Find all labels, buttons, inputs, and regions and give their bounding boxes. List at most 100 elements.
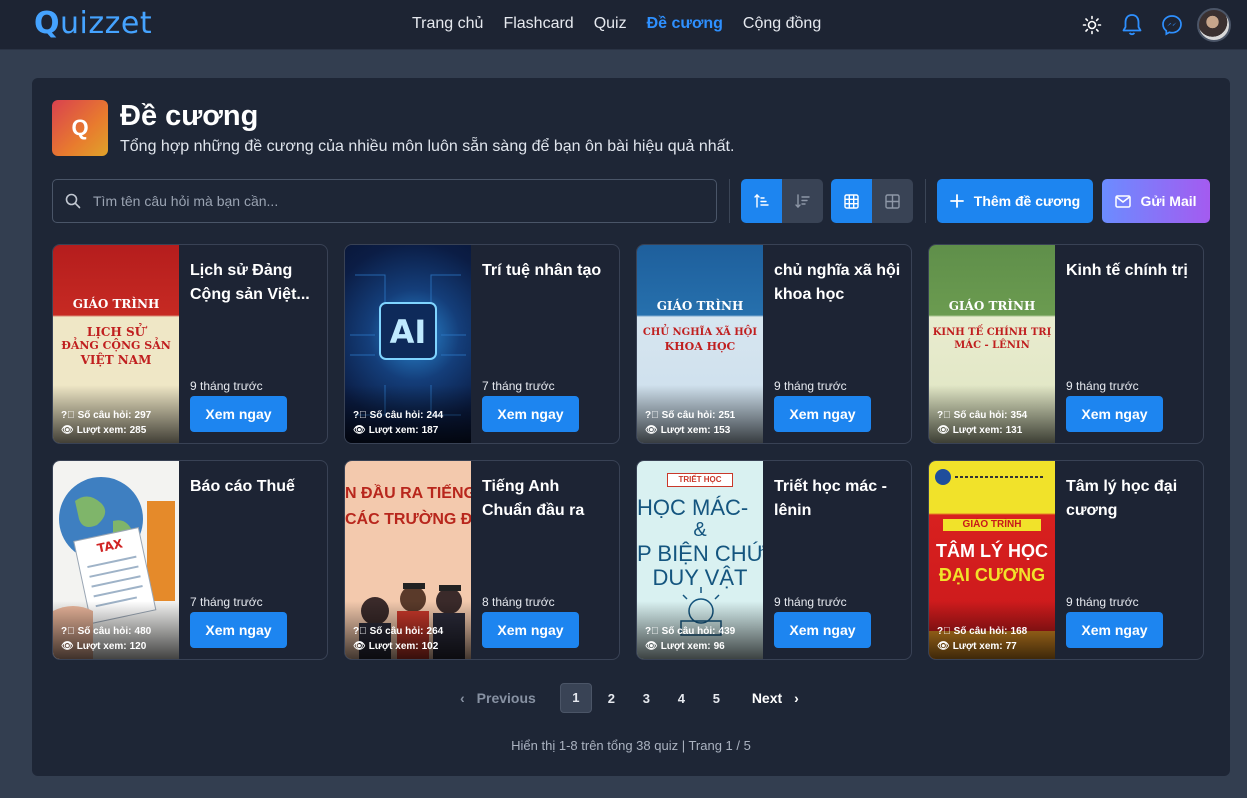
main-panel: Q Đề cương Tổng hợp những đề cương của n… <box>32 78 1230 776</box>
search-input[interactable] <box>93 193 693 209</box>
view-now-button[interactable]: Xem ngay <box>190 396 287 432</box>
sort-ascending-icon[interactable] <box>741 179 782 223</box>
card-title[interactable]: Tiếng Anh Chuẩn đầu ra <box>482 475 610 523</box>
outline-card[interactable]: GIÁO TRÌNH CHỦ NGHĨA XÃ HỘI KHOA HỌC ?⃝ S… <box>636 244 912 444</box>
outline-card[interactable]: TAX ?⃝ Số câu hỏi: 480 👁 Lượt xem: 120 Báo… <box>52 460 328 660</box>
outline-card[interactable]: N ĐẦU RA TIẾNG CÁC TRƯỜNG ĐẠ ?⃝ Số câu hỏ… <box>344 460 620 660</box>
large-grid-view-icon[interactable] <box>872 179 913 223</box>
nav-link-community[interactable]: Cộng đồng <box>743 15 821 33</box>
grid-view-icon[interactable] <box>831 179 872 223</box>
view-count: 👁 Lượt xem: 285 <box>61 425 147 436</box>
eye-icon: 👁 <box>937 641 950 652</box>
card-title[interactable]: Tâm lý học đại cương <box>1066 475 1194 523</box>
previous-page-button[interactable]: ‹ Previous <box>460 690 536 706</box>
question-count: ?⃝ Số câu hỏi: 264 <box>353 626 444 637</box>
view-now-button[interactable]: Xem ngay <box>482 396 579 432</box>
page-subtitle: Tổng hợp những đề cương của nhiều môn lu… <box>120 138 735 155</box>
add-outline-button[interactable]: Thêm đề cương <box>937 179 1093 223</box>
view-now-button[interactable]: Xem ngay <box>774 612 871 648</box>
mail-icon <box>1115 194 1132 208</box>
page-button[interactable]: 5 <box>699 691 734 706</box>
outline-card[interactable]: AI ?⃝ Số câu hỏi: 244 👁 Lượt xem: 187 Trí … <box>344 244 620 444</box>
next-page-button[interactable]: Next › <box>752 690 799 706</box>
outline-card[interactable]: GIÁO TRÌNH TÂM LÝ HỌC ĐẠI CƯƠNG ?⃝ Số câu… <box>928 460 1204 660</box>
bell-icon[interactable] <box>1115 8 1149 42</box>
outline-card[interactable]: GIÁO TRÌNH LỊCH SỬ ĐẢNG CỘNG SẢN VIỆT NA… <box>52 244 328 444</box>
main-nav: Trang chủ Flashcard Quiz Đề cương Cộng đ… <box>412 15 821 33</box>
card-cover-image: GIÁO TRÌNH LỊCH SỬ ĐẢNG CỘNG SẢN VIỆT NA… <box>53 245 179 443</box>
search-box[interactable] <box>52 179 717 223</box>
page-button[interactable]: 3 <box>629 691 664 706</box>
view-now-button[interactable]: Xem ngay <box>1066 396 1163 432</box>
question-count: ?⃝ Số câu hỏi: 354 <box>937 410 1028 421</box>
page-title: Đề cương <box>120 100 259 132</box>
card-title[interactable]: Kinh tế chính trị <box>1066 259 1194 283</box>
question-count: ?⃝ Số câu hỏi: 480 <box>61 626 152 637</box>
card-time: 9 tháng trước <box>774 595 847 609</box>
outline-card[interactable]: TRIẾT HỌC HỌC MÁC- & P BIỆN CHỨ DUY VẬT … <box>636 460 912 660</box>
toolbar-divider <box>925 179 926 223</box>
chevron-left-icon: ‹ <box>460 690 465 706</box>
view-now-button[interactable]: Xem ngay <box>1066 612 1163 648</box>
outline-header-icon: Q <box>52 100 108 156</box>
card-time: 9 tháng trước <box>190 379 263 393</box>
eye-icon: 👁 <box>61 641 74 652</box>
messenger-icon[interactable] <box>1155 8 1189 42</box>
eye-icon: 👁 <box>937 425 950 436</box>
card-title[interactable]: Trí tuệ nhân tạo <box>482 259 610 283</box>
page-button-current[interactable]: 1 <box>559 683 592 713</box>
card-title[interactable]: chủ nghĩa xã hội khoa học <box>774 259 902 307</box>
card-cover-image: GIÁO TRÌNH TÂM LÝ HỌC ĐẠI CƯƠNG ?⃝ Số câu… <box>929 461 1055 659</box>
question-circle-icon: ?⃝ <box>937 410 951 421</box>
toolbar-divider <box>729 179 730 223</box>
card-title[interactable]: Báo cáo Thuế <box>190 475 318 499</box>
card-time: 9 tháng trước <box>1066 379 1139 393</box>
card-time: 9 tháng trước <box>1066 595 1139 609</box>
plus-icon <box>949 194 964 208</box>
logo[interactable]: Quizzet <box>34 6 152 41</box>
view-count: 👁 Lượt xem: 153 <box>645 425 731 436</box>
card-cover-image: TRIẾT HỌC HỌC MÁC- & P BIỆN CHỨ DUY VẬT … <box>637 461 763 659</box>
page-button[interactable]: 2 <box>594 691 629 706</box>
question-circle-icon: ?⃝ <box>61 626 75 637</box>
chevron-right-icon: › <box>794 690 799 706</box>
question-circle-icon: ?⃝ <box>645 626 659 637</box>
question-count: ?⃝ Số câu hỏi: 168 <box>937 626 1028 637</box>
sort-toggle <box>741 179 823 223</box>
view-count: 👁 Lượt xem: 187 <box>353 425 439 436</box>
pagination-summary: Hiển thị 1-8 trên tổng 38 quiz | Trang 1… <box>511 738 751 753</box>
view-count: 👁 Lượt xem: 120 <box>61 641 147 652</box>
card-title[interactable]: Lịch sử Đảng Cộng sản Việt... <box>190 259 318 307</box>
card-time: 8 tháng trước <box>482 595 555 609</box>
card-time: 9 tháng trước <box>774 379 847 393</box>
eye-icon: 👁 <box>353 425 366 436</box>
nav-actions <box>1069 8 1231 42</box>
sun-icon[interactable] <box>1075 8 1109 42</box>
outline-card[interactable]: GIÁO TRÌNH KINH TẾ CHÍNH TRỊ MÁC - LÊNIN… <box>928 244 1204 444</box>
view-now-button[interactable]: Xem ngay <box>190 612 287 648</box>
page-button[interactable]: 4 <box>664 691 699 706</box>
view-now-button[interactable]: Xem ngay <box>774 396 871 432</box>
view-count: 👁 Lượt xem: 102 <box>353 641 439 652</box>
nav-link-quiz[interactable]: Quiz <box>594 15 627 33</box>
card-cover-image: TAX ?⃝ Số câu hỏi: 480 👁 Lượt xem: 120 <box>53 461 179 659</box>
send-mail-button[interactable]: Gửi Mail <box>1102 179 1210 223</box>
question-count: ?⃝ Số câu hỏi: 244 <box>353 410 444 421</box>
view-count: 👁 Lượt xem: 131 <box>937 425 1023 436</box>
card-time: 7 tháng trước <box>482 379 555 393</box>
card-title[interactable]: Triết học mác - lênin <box>774 475 902 523</box>
nav-link-flashcard[interactable]: Flashcard <box>503 15 573 33</box>
nav-link-outline[interactable]: Đề cương <box>647 15 723 33</box>
top-navbar: Quizzet Trang chủ Flashcard Quiz Đề cươn… <box>0 0 1247 50</box>
sort-descending-icon[interactable] <box>782 179 823 223</box>
question-circle-icon: ?⃝ <box>645 410 659 421</box>
card-cover-image: N ĐẦU RA TIẾNG CÁC TRƯỜNG ĐẠ ?⃝ Số câu hỏ… <box>345 461 471 659</box>
card-time: 7 tháng trước <box>190 595 263 609</box>
view-toggle <box>831 179 913 223</box>
question-circle-icon: ?⃝ <box>61 410 75 421</box>
view-count: 👁 Lượt xem: 77 <box>937 641 1017 652</box>
nav-link-home[interactable]: Trang chủ <box>412 15 483 33</box>
avatar[interactable] <box>1197 8 1231 42</box>
view-now-button[interactable]: Xem ngay <box>482 612 579 648</box>
question-circle-icon: ?⃝ <box>353 626 367 637</box>
